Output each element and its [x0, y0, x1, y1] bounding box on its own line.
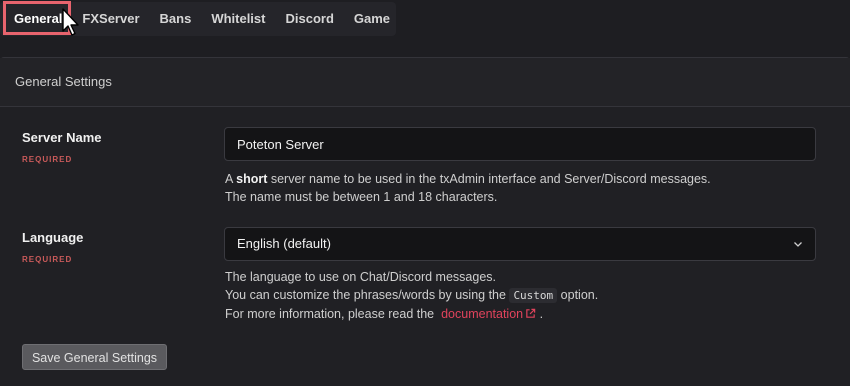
documentation-link-text: documentation [441, 307, 524, 321]
help-text: For more information, please read the [225, 307, 435, 321]
help-text: server name to be used in the txAdmin in… [267, 172, 711, 186]
help-text: option. [560, 288, 599, 302]
language-selected-value: English (default) [237, 236, 331, 251]
tab-bans[interactable]: Bans [150, 2, 202, 36]
help-text: A [225, 172, 237, 186]
tab-game[interactable]: Game [344, 2, 400, 36]
help-text: You can customize the phrases/words by u… [225, 288, 506, 302]
settings-page: General FXServer Bans Whitelist Discord … [0, 0, 850, 386]
language-help-line2: You can customize the phrases/words by u… [225, 286, 598, 305]
documentation-link[interactable]: documentation [441, 307, 536, 321]
language-help-line3: For more information, please read the do… [225, 305, 598, 323]
tab-whitelist[interactable]: Whitelist [201, 2, 275, 36]
server-name-help-line1: A short server name to be used in the tx… [225, 170, 711, 188]
language-select[interactable]: English (default) [224, 227, 816, 261]
tab-discord[interactable]: Discord [275, 2, 343, 36]
save-general-settings-button[interactable]: Save General Settings [22, 344, 167, 370]
general-settings-card: General Settings [0, 57, 850, 386]
external-link-icon [526, 308, 536, 318]
language-help-line1: The language to use on Chat/Discord mess… [225, 270, 496, 284]
server-name-required-badge: REQUIRED [22, 155, 73, 164]
custom-code-tag: Custom [509, 288, 558, 303]
chevron-down-icon [794, 242, 802, 247]
tab-fxserver[interactable]: FXServer [72, 2, 149, 36]
language-help: The language to use on Chat/Discord mess… [225, 268, 598, 323]
tab-general[interactable]: General [0, 2, 72, 36]
help-bold-text: short [236, 172, 268, 186]
server-name-help-line2: The name must be between 1 and 18 charac… [225, 190, 498, 204]
help-text: . [539, 307, 544, 321]
server-name-input[interactable] [224, 127, 816, 161]
language-label: Language [22, 230, 84, 245]
server-name-help: A short server name to be used in the tx… [225, 170, 711, 206]
settings-tabs: General FXServer Bans Whitelist Discord … [0, 2, 396, 36]
language-required-badge: REQUIRED [22, 255, 73, 264]
card-title: General Settings [0, 58, 850, 107]
server-name-label: Server Name [22, 130, 102, 145]
